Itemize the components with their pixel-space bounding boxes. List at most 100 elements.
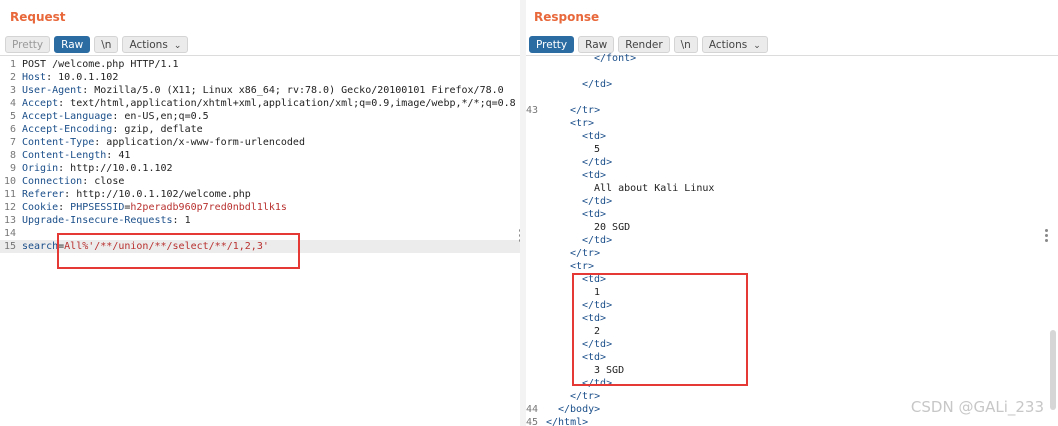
header-value: http://10.0.1.102 [70, 163, 173, 174]
response-line-text: </td> [582, 79, 613, 90]
response-line: <td> [526, 208, 1058, 221]
request-line: 11 Referer: http://10.0.1.102/welcome.php [0, 188, 520, 201]
request-newline-toggle[interactable]: \n [94, 36, 119, 53]
line-number: 3 [9, 85, 16, 96]
request-actions-label: Actions [129, 39, 168, 51]
response-line-text: <td> [582, 209, 607, 220]
header-value: gzip, deflate [124, 124, 203, 135]
header-name: Origin [22, 163, 59, 174]
request-line-text: Host: 10.0.1.102 [22, 72, 119, 83]
line-number: 45 [526, 417, 539, 426]
header-name: Upgrade-Insecure-Requests [22, 215, 173, 226]
response-line-text: </font> [594, 53, 637, 64]
line-number: 13 [3, 215, 16, 226]
line-number: 8 [9, 150, 16, 161]
request-line: 13 Upgrade-Insecure-Requests: 1 [0, 214, 520, 227]
header-name: Referer [22, 189, 65, 200]
request-line-text: Upgrade-Insecure-Requests: 1 [22, 215, 191, 226]
chevron-down-icon: ⌄ [173, 41, 182, 51]
request-line: 3 User-Agent: Mozilla/5.0 (X11; Linux x86… [0, 84, 520, 97]
line-number: 4 [9, 98, 16, 109]
response-line-text: 5 [594, 144, 601, 155]
request-line-text: Accept-Encoding: gzip, deflate [22, 124, 203, 135]
response-line-text: </tr> [570, 391, 601, 402]
request-line-text: Content-Length: 41 [22, 150, 131, 161]
response-line [526, 91, 1058, 104]
header-value: 41 [118, 150, 131, 161]
header-value: en-US,en;q=0.5 [124, 111, 209, 122]
request-line-text: Connection: close [22, 176, 125, 187]
response-line-text: </html> [546, 417, 589, 426]
header-value: 1 [184, 215, 191, 226]
response-line-text: <tr> [570, 118, 595, 129]
response-scrollbar[interactable] [1050, 330, 1056, 410]
request-toolbar-divider [0, 55, 520, 56]
response-line: </td> [526, 78, 1058, 91]
line-number: 11 [3, 189, 16, 200]
request-line-text: Cookie: PHPSESSID=h2peradb960p7red0nbdl1… [22, 202, 287, 213]
response-line: All about Kali Linux [526, 182, 1058, 195]
response-actions-label: Actions [708, 39, 748, 51]
response-line: <tr> [526, 117, 1058, 130]
line-number: 1 [9, 59, 16, 70]
request-line: 8 Content-Length: 41 [0, 149, 520, 162]
request-tab-pretty[interactable]: Pretty [5, 36, 51, 53]
response-tab-pretty[interactable]: Pretty [529, 36, 575, 53]
response-line-text: </td> [582, 196, 613, 207]
request-tab-raw[interactable]: Raw [54, 36, 91, 53]
request-title: Request [10, 10, 66, 24]
header-value: application/x-www-form-urlencoded [106, 137, 305, 148]
header-name: Accept-Encoding [22, 124, 113, 135]
response-line: <td> [526, 130, 1058, 143]
response-tab-render[interactable]: Render [618, 36, 670, 53]
header-name: Content-Type [22, 137, 95, 148]
header-value: text/html,application/xhtml+xml,applicat… [70, 98, 516, 109]
request-line: 5 Accept-Language: en-US,en;q=0.5 [0, 110, 520, 123]
response-line: 45 </html> [526, 416, 1058, 426]
response-line-text: </tr> [570, 248, 601, 259]
request-line-text: User-Agent: Mozilla/5.0 (X11; Linux x86_… [22, 85, 504, 96]
response-line-text: <td> [582, 131, 607, 142]
header-name: Content-Length [22, 150, 107, 161]
line-number: 15 [3, 241, 16, 252]
response-pane: Response Pretty Raw Render \n Actions ⌄ <… [526, 0, 1058, 426]
response-line: </font> [526, 52, 1058, 65]
cookie-name: PHPSESSID [70, 202, 125, 213]
request-line-text: POST /welcome.php HTTP/1.1 [22, 59, 179, 70]
response-line-text: All about Kali Linux [594, 183, 715, 194]
header-name: Accept [22, 98, 59, 109]
request-actions-menu[interactable]: Actions ⌄ [122, 36, 189, 53]
highlight-box-payload [57, 233, 300, 269]
request-line-text: Content-Type: application/x-www-form-url… [22, 137, 305, 148]
response-line: </td> [526, 234, 1058, 247]
line-number: 44 [526, 404, 539, 415]
drag-handle-icon[interactable] [1045, 229, 1048, 244]
response-tab-raw[interactable]: Raw [578, 36, 615, 53]
line-number: 12 [3, 202, 16, 213]
line-number: 7 [9, 137, 16, 148]
request-line-text: Referer: http://10.0.1.102/welcome.php [22, 189, 251, 200]
response-line-text: <tr> [570, 261, 595, 272]
line-number: 9 [9, 163, 16, 174]
request-line: 2 Host: 10.0.1.102 [0, 71, 520, 84]
response-actions-menu[interactable]: Actions ⌄ [701, 36, 768, 53]
request-line: 9 Origin: http://10.0.1.102 [0, 162, 520, 175]
response-line: 20 SGD [526, 221, 1058, 234]
request-line: 4 Accept: text/html,application/xhtml+xml… [0, 97, 520, 110]
line-number: 6 [9, 124, 16, 135]
header-name: Accept-Language [22, 111, 113, 122]
response-line: <td> [526, 169, 1058, 182]
request-line: 10 Connection: close [0, 175, 520, 188]
response-line: 5 [526, 143, 1058, 156]
response-line: <tr> [526, 260, 1058, 273]
request-line-text: Accept: text/html,application/xhtml+xml,… [22, 98, 516, 109]
line-number: 43 [526, 105, 539, 116]
header-name: Cookie [22, 202, 59, 213]
response-newline-toggle[interactable]: \n [673, 36, 698, 53]
response-line [526, 65, 1058, 78]
header-value: http://10.0.1.102/welcome.php [76, 189, 251, 200]
request-line-text: Origin: http://10.0.1.102 [22, 163, 173, 174]
request-line: 6 Accept-Encoding: gzip, deflate [0, 123, 520, 136]
response-line: 43 </tr> [526, 104, 1058, 117]
response-line-text: </td> [582, 235, 613, 246]
